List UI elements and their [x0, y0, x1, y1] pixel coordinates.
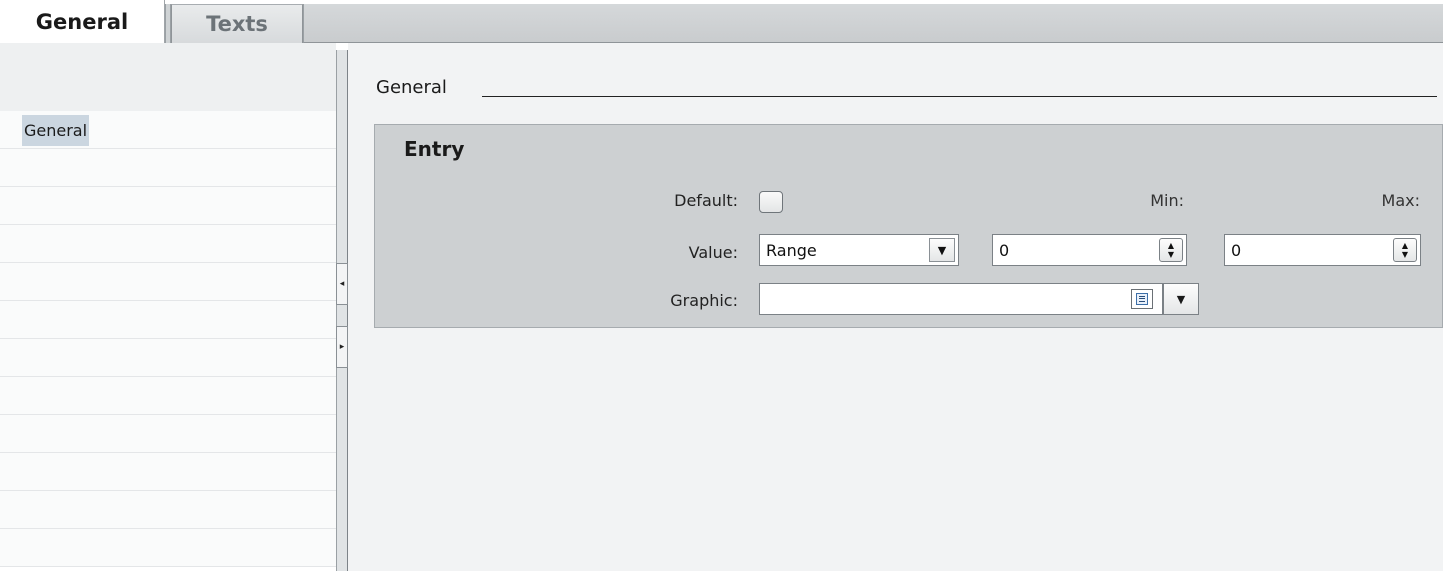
value-select-text: Range	[766, 240, 817, 260]
section-divider	[482, 96, 1437, 97]
max-input-value: 0	[1231, 240, 1242, 260]
nav-row	[0, 339, 336, 377]
nav-header	[0, 43, 336, 111]
group-title: Entry	[404, 137, 465, 161]
nav-row	[0, 149, 336, 187]
nav-row	[0, 453, 336, 491]
nav-row	[0, 301, 336, 339]
nav-row	[0, 415, 336, 453]
nav-row	[0, 377, 336, 415]
min-input-value: 0	[999, 240, 1010, 260]
panel-splitter[interactable]	[336, 50, 348, 571]
max-input[interactable]: 0 ▲ ▼	[1224, 234, 1421, 266]
min-input[interactable]: 0 ▲ ▼	[992, 234, 1187, 266]
collapse-left-icon[interactable]: ◂	[336, 263, 348, 305]
graphic-label: Graphic:	[670, 291, 738, 310]
graphic-dropdown-icon[interactable]: ▼	[1163, 283, 1199, 315]
tab-texts[interactable]: Texts	[171, 4, 303, 43]
spin-down-icon[interactable]: ▼	[1402, 250, 1408, 259]
spin-up-icon[interactable]: ▲	[1168, 241, 1174, 250]
spin-up-icon[interactable]: ▲	[1402, 241, 1408, 250]
nav-row	[0, 529, 336, 567]
default-label: Default:	[674, 191, 738, 210]
spin-down-icon[interactable]: ▼	[1168, 250, 1174, 259]
min-spinner-icon[interactable]: ▲ ▼	[1159, 238, 1183, 262]
expand-right-icon[interactable]: ▸	[336, 326, 348, 368]
max-spinner-icon[interactable]: ▲ ▼	[1393, 238, 1417, 262]
nav-row	[0, 187, 336, 225]
section-title: General	[376, 77, 447, 98]
nav-item-general[interactable]: General	[22, 115, 90, 146]
nav-row	[0, 263, 336, 301]
tab-strip: General Texts	[0, 0, 1443, 43]
min-label: Min:	[1150, 191, 1184, 210]
chevron-down-icon[interactable]: ▼	[929, 238, 955, 262]
graphic-input[interactable]	[759, 283, 1163, 315]
list-icon[interactable]	[1131, 289, 1153, 309]
max-label: Max:	[1381, 191, 1420, 210]
default-checkbox[interactable]	[759, 191, 783, 213]
nav-row	[0, 225, 336, 263]
tab-strip-background	[303, 4, 1443, 43]
value-select[interactable]: Range ▼	[759, 234, 959, 266]
value-label: Value:	[688, 243, 738, 262]
tab-general[interactable]: General	[0, 0, 165, 43]
nav-row	[0, 491, 336, 529]
